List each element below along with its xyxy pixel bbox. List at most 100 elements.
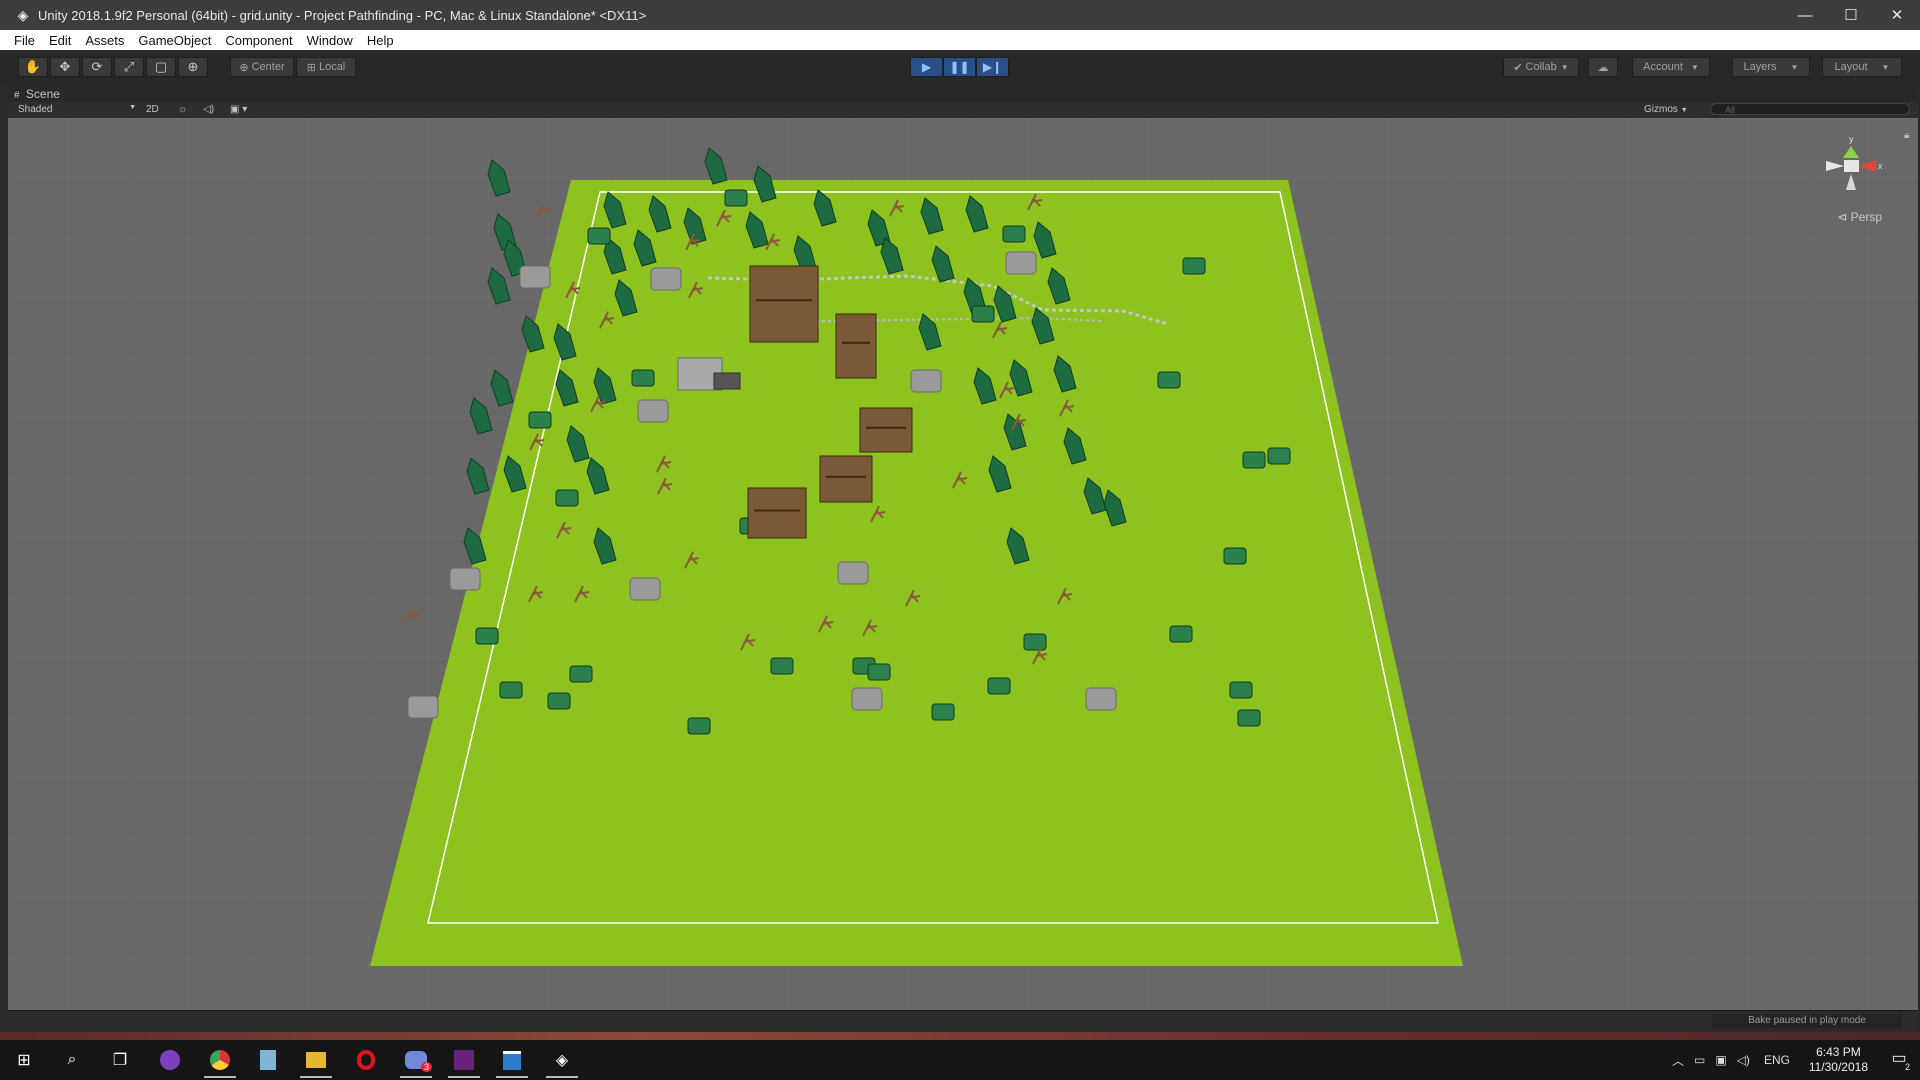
effects-dropdown-icon[interactable]: ▣ ▾: [230, 104, 247, 115]
pivot-center-toggle[interactable]: ⊕ Center: [230, 57, 294, 77]
notification-icon[interactable]: ▭ 2: [1886, 1048, 1912, 1072]
scene-viewport[interactable]: y x ⊲ Persp 🔒︎: [8, 118, 1918, 1010]
scene-canvas[interactable]: y x: [8, 118, 1918, 1010]
battery-icon[interactable]: ▭: [1694, 1053, 1705, 1067]
hand-tool-icon[interactable]: ✋: [18, 57, 48, 77]
menu-gameobject[interactable]: GameObject: [131, 33, 218, 48]
minimize-button[interactable]: —: [1782, 0, 1828, 30]
chrome-icon[interactable]: [198, 1044, 242, 1078]
step-button[interactable]: ▶❙: [976, 57, 1009, 77]
windows-start-icon[interactable]: ⊞: [2, 1044, 46, 1076]
notepad-icon[interactable]: [246, 1044, 290, 1076]
menu-file[interactable]: File: [0, 33, 42, 48]
scale-tool-icon[interactable]: ⤢: [114, 57, 144, 77]
bush[interactable]: [555, 489, 579, 507]
unity-icon[interactable]: ◈: [540, 1044, 584, 1078]
menu-edit[interactable]: Edit: [42, 33, 78, 48]
house[interactable]: [749, 265, 819, 343]
mode-2d-toggle[interactable]: 2D: [146, 104, 159, 115]
scene-search-input[interactable]: All: [1710, 103, 1910, 115]
bush[interactable]: [724, 189, 748, 207]
rock[interactable]: [851, 687, 883, 711]
bush[interactable]: [931, 703, 955, 721]
bush[interactable]: [1182, 257, 1206, 275]
rock[interactable]: [1005, 251, 1037, 275]
bush[interactable]: [499, 681, 523, 699]
language-indicator[interactable]: ENG: [1764, 1053, 1790, 1067]
bush[interactable]: [1237, 709, 1261, 727]
bush[interactable]: [770, 657, 794, 675]
bush[interactable]: [587, 227, 611, 245]
transform-tool-icon[interactable]: ⊕: [178, 57, 208, 77]
rect-tool-icon[interactable]: ▢: [146, 57, 176, 77]
account-dropdown[interactable]: Account ▼: [1632, 57, 1710, 77]
rock[interactable]: [519, 265, 551, 289]
network-icon[interactable]: ▣: [1715, 1053, 1726, 1067]
collab-dropdown[interactable]: ✔ Collab ▼: [1503, 57, 1579, 77]
projection-toggle[interactable]: ⊲ Persp: [1837, 210, 1882, 224]
rock[interactable]: [629, 577, 661, 601]
move-tool-icon[interactable]: ✥: [50, 57, 80, 77]
audio-toggle-icon[interactable]: ◁): [203, 104, 214, 115]
lock-icon[interactable]: 🔒︎: [1904, 130, 1912, 141]
shading-mode-dropdown[interactable]: Shaded ▼: [18, 104, 136, 115]
pivot-local-toggle[interactable]: ⊞ Local: [296, 57, 356, 77]
maximize-button[interactable]: ☐: [1828, 0, 1874, 30]
app-icon[interactable]: [148, 1044, 192, 1076]
bush[interactable]: [971, 305, 995, 323]
volume-icon[interactable]: ◁): [1737, 1053, 1750, 1067]
chevron-up-icon[interactable]: ︿: [1672, 1052, 1684, 1069]
menu-help[interactable]: Help: [360, 33, 401, 48]
rock[interactable]: [449, 567, 481, 591]
bush[interactable]: [1223, 547, 1247, 565]
discord-icon[interactable]: 3: [394, 1044, 438, 1078]
gizmo-center[interactable]: [1844, 160, 1859, 172]
bush[interactable]: [687, 717, 711, 735]
bush[interactable]: [1267, 447, 1291, 465]
bush[interactable]: [867, 663, 891, 681]
menu-assets[interactable]: Assets: [78, 33, 131, 48]
pause-button[interactable]: ❚❚: [943, 57, 976, 77]
lighting-toggle-icon[interactable]: ☼: [178, 104, 187, 115]
store-icon[interactable]: [490, 1044, 534, 1078]
bush[interactable]: [547, 692, 571, 710]
cloud-button[interactable]: ☁: [1588, 57, 1618, 77]
rock[interactable]: [910, 369, 942, 393]
layers-dropdown[interactable]: Layers ▼: [1732, 57, 1810, 77]
rock[interactable]: [837, 561, 869, 585]
bush[interactable]: [987, 677, 1011, 695]
tab-scene[interactable]: # Scene: [14, 87, 60, 101]
bush[interactable]: [528, 411, 552, 429]
bush[interactable]: [475, 627, 499, 645]
file-explorer-icon[interactable]: [294, 1044, 338, 1078]
opera-icon[interactable]: [344, 1044, 388, 1076]
taskbar-clock[interactable]: 6:43 PM 11/30/2018: [1809, 1045, 1868, 1075]
bush[interactable]: [1002, 225, 1026, 243]
bush[interactable]: [1242, 451, 1266, 469]
menu-window[interactable]: Window: [300, 33, 360, 48]
visual-studio-icon[interactable]: [442, 1044, 486, 1078]
bush[interactable]: [1169, 625, 1193, 643]
play-button[interactable]: ▶: [910, 57, 943, 77]
bush[interactable]: [631, 369, 655, 387]
task-view-icon[interactable]: ❐: [98, 1044, 142, 1076]
rock[interactable]: [637, 399, 669, 423]
house[interactable]: [835, 313, 877, 379]
bush[interactable]: [1023, 633, 1047, 651]
rotate-tool-icon[interactable]: ⟳: [82, 57, 112, 77]
bush[interactable]: [1229, 681, 1253, 699]
house[interactable]: [819, 455, 873, 503]
bush[interactable]: [569, 665, 593, 683]
house[interactable]: [859, 407, 913, 453]
ruins-dark[interactable]: [713, 372, 741, 390]
rock[interactable]: [650, 267, 682, 291]
layout-dropdown[interactable]: Layout ▼: [1822, 57, 1902, 77]
rock[interactable]: [1085, 687, 1117, 711]
rock[interactable]: [407, 695, 439, 719]
gizmos-dropdown[interactable]: Gizmos ▼: [1644, 104, 1688, 115]
menu-component[interactable]: Component: [218, 33, 299, 48]
house[interactable]: [747, 487, 807, 539]
bush[interactable]: [1157, 371, 1181, 389]
close-button[interactable]: ✕: [1874, 0, 1920, 30]
search-icon[interactable]: ⌕: [50, 1044, 94, 1076]
